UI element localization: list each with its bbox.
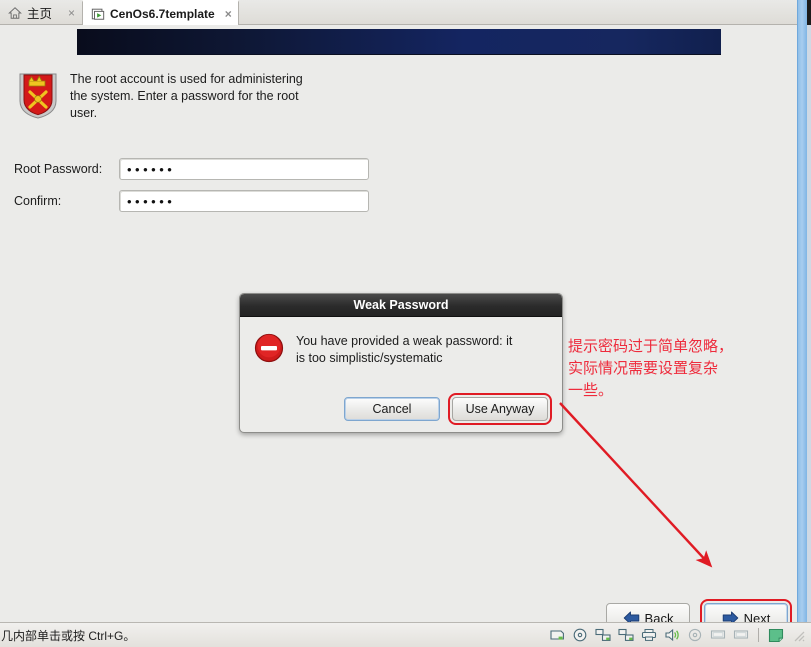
tab-vm-label: CenOs6.7template xyxy=(110,6,215,21)
tab-vm-close-icon[interactable]: × xyxy=(220,8,232,20)
usb-device-2-icon[interactable] xyxy=(733,628,749,642)
vmware-workstation-window: 主页 × CenOs6.7template × The root account… xyxy=(0,0,811,647)
status-bar-message: 几内部单击或按 Ctrl+G。 xyxy=(1,628,136,643)
network-adapter-icon[interactable] xyxy=(595,628,611,642)
next-button[interactable]: Next xyxy=(700,599,792,623)
root-password-label: Root Password: xyxy=(14,162,103,176)
weak-password-dialog-title: Weak Password xyxy=(240,294,562,317)
confirm-password-input[interactable]: •••••• xyxy=(119,190,369,212)
note-icon[interactable] xyxy=(768,628,784,643)
weak-password-dialog-body: You have provided a weak password: it is… xyxy=(240,317,562,432)
back-button[interactable]: Back xyxy=(606,603,690,622)
root-shield-icon xyxy=(16,71,60,119)
annotation-note: 提示密码过于简单忽略， 实际情况需要设置复杂 一些。 xyxy=(568,337,734,399)
usb-device-icon[interactable] xyxy=(710,628,726,642)
tab-bar: 主页 × CenOs6.7template × xyxy=(0,0,811,25)
root-password-intro: The root account is used for administeri… xyxy=(16,71,303,122)
installer-nav-buttons: Back Next xyxy=(606,599,792,623)
guest-screen-centos-installer[interactable]: The root account is used for administeri… xyxy=(0,25,797,622)
cd-dvd-icon[interactable] xyxy=(572,628,588,642)
status-bar-device-icons xyxy=(549,628,811,643)
root-password-intro-text: The root account is used for administeri… xyxy=(70,72,303,120)
vm-icon xyxy=(91,7,105,21)
printer-icon[interactable] xyxy=(641,628,657,642)
disc-icon[interactable] xyxy=(687,628,703,642)
resize-grip-icon[interactable] xyxy=(791,628,805,642)
tab-vm-cenos67template[interactable]: CenOs6.7template × xyxy=(82,0,239,25)
tab-home-close-icon[interactable]: × xyxy=(63,7,75,19)
status-bar: 几内部单击或按 Ctrl+G。 xyxy=(0,622,811,647)
arrow-right-icon xyxy=(722,611,739,622)
error-stop-icon xyxy=(254,333,284,363)
tab-home-label: 主页 xyxy=(27,7,53,21)
installer-banner xyxy=(77,29,721,55)
weak-password-dialog: Weak Password You have provided a weak p… xyxy=(239,293,563,433)
cancel-button[interactable]: Cancel xyxy=(344,397,440,421)
sound-icon[interactable] xyxy=(664,628,680,642)
tab-home[interactable]: 主页 × xyxy=(0,0,82,25)
home-icon xyxy=(8,6,22,20)
confirm-password-label: Confirm: xyxy=(14,194,62,208)
weak-password-dialog-buttons: Cancel Use Anyway xyxy=(344,393,552,425)
next-button-label: Next xyxy=(743,610,771,623)
status-bar-separator xyxy=(758,628,759,642)
network-adapter-2-icon[interactable] xyxy=(618,628,634,642)
back-button-label: Back xyxy=(644,610,674,623)
root-password-row: Root Password: •••••• xyxy=(14,158,369,180)
confirm-password-row: Confirm: •••••• xyxy=(14,190,369,212)
weak-password-message: You have provided a weak password: it is… xyxy=(296,334,513,365)
vm-window-right-border xyxy=(797,0,807,622)
harddisk-icon[interactable] xyxy=(549,628,565,642)
use-anyway-button[interactable]: Use Anyway xyxy=(448,393,552,425)
arrow-left-icon xyxy=(623,611,640,622)
weak-password-message-row: You have provided a weak password: it is… xyxy=(254,333,512,367)
root-password-input[interactable]: •••••• xyxy=(119,158,369,180)
